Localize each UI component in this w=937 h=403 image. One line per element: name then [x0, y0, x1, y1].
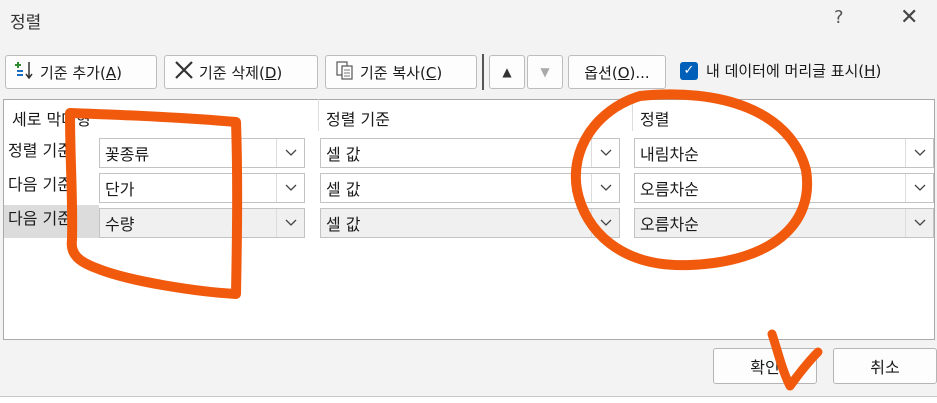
title-bar: 정렬 ? ✕: [0, 0, 937, 40]
column-value: 꽃종류: [105, 145, 150, 164]
order-value: 내림차순: [640, 145, 699, 164]
order-select[interactable]: 내림차순: [634, 138, 934, 168]
delete-level-button[interactable]: 기준 삭제(D): [164, 55, 318, 89]
options-label: 옵션(O)...: [584, 63, 650, 82]
column-value: 단가: [105, 180, 135, 199]
move-down-button[interactable]: ▼: [527, 55, 563, 89]
sort-on-value: 셀 값: [326, 215, 361, 234]
sort-on-select[interactable]: 셀 값: [320, 208, 620, 238]
cancel-button[interactable]: 취소: [833, 348, 937, 384]
copy-level-label: 기준 복사(C): [360, 63, 443, 82]
column-select[interactable]: 꽃종류: [99, 138, 305, 168]
copy-icon: [334, 59, 356, 85]
order-header: 정렬: [640, 110, 670, 129]
header-divider: [632, 99, 633, 131]
close-button[interactable]: ✕: [900, 5, 918, 30]
order-value: 오름차순: [640, 180, 699, 199]
row-label: 다음 기준: [4, 205, 99, 238]
order-select[interactable]: 오름차순: [634, 208, 934, 238]
column-select[interactable]: 수량: [99, 208, 305, 238]
sort-on-value: 셀 값: [326, 145, 361, 164]
row-label: 정렬 기준: [8, 141, 72, 160]
sort-on-header: 정렬 기준: [326, 110, 390, 129]
header-divider: [318, 99, 319, 131]
add-level-button[interactable]: 기준 추가(A): [5, 55, 157, 89]
toolbar-separator: [482, 54, 484, 90]
row-label: 다음 기준: [8, 175, 72, 194]
add-level-icon: [14, 59, 36, 85]
checkmark-icon: ✓: [683, 63, 695, 78]
chevron-down-icon[interactable]: [905, 209, 933, 237]
column-value: 수량: [105, 215, 135, 234]
order-select[interactable]: 오름차순: [634, 173, 934, 203]
chevron-down-icon[interactable]: [276, 174, 304, 202]
chevron-down-icon[interactable]: [276, 139, 304, 167]
options-button[interactable]: 옵션(O)...: [568, 55, 666, 89]
column-select[interactable]: 단가: [99, 173, 305, 203]
header-checkbox-group[interactable]: ✓ 내 데이터에 머리글 표시(H): [680, 60, 881, 81]
sort-on-select[interactable]: 셀 값: [320, 138, 620, 168]
sort-on-select[interactable]: 셀 값: [320, 173, 620, 203]
chevron-down-icon[interactable]: [276, 209, 304, 237]
chevron-down-icon[interactable]: [591, 174, 619, 202]
move-up-button[interactable]: ▲: [489, 55, 525, 89]
copy-level-button[interactable]: 기준 복사(C): [325, 55, 477, 89]
chevron-down-icon[interactable]: [591, 209, 619, 237]
chevron-down-icon[interactable]: [591, 139, 619, 167]
help-button[interactable]: ?: [834, 7, 844, 28]
dialog-title: 정렬: [10, 13, 42, 33]
ok-button[interactable]: 확인: [713, 348, 817, 384]
sort-on-value: 셀 값: [326, 180, 361, 199]
delete-x-icon: [173, 59, 195, 85]
delete-level-label: 기준 삭제(D): [199, 63, 283, 82]
add-level-label: 기준 추가(A): [40, 63, 122, 82]
header-checkbox-label: 내 데이터에 머리글 표시(H): [706, 62, 882, 80]
order-value: 오름차순: [640, 215, 699, 234]
chevron-down-icon[interactable]: [905, 139, 933, 167]
header-checkbox[interactable]: ✓: [680, 61, 698, 80]
chevron-down-icon[interactable]: [905, 174, 933, 202]
column-header: 세로 막대형: [12, 110, 91, 129]
